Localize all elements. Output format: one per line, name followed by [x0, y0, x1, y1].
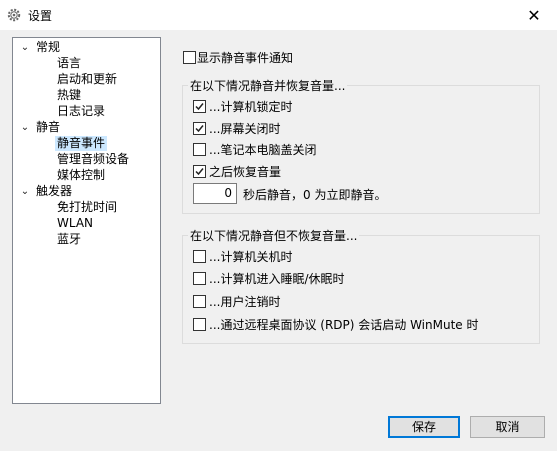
tree-item-label[interactable]: 热键	[55, 88, 83, 103]
tree-group-label[interactable]: 常规	[34, 40, 62, 55]
check-icon	[195, 168, 204, 176]
tree-item-label[interactable]: 语言	[55, 56, 83, 71]
shutdown-checkbox[interactable]	[193, 250, 206, 263]
collapse-icon[interactable]: ⌄	[20, 40, 30, 56]
tree-group-label[interactable]: 静音	[34, 120, 62, 135]
collapse-icon[interactable]: ⌄	[20, 120, 30, 136]
tree-item-label[interactable]: 日志记录	[55, 104, 107, 119]
collapse-icon[interactable]: ⌄	[20, 184, 30, 200]
mute-no-restore-group-title: 在以下情况静音但不恢复音量...	[188, 229, 360, 243]
window-title: 设置	[28, 9, 53, 23]
lock-checkbox[interactable]	[193, 100, 206, 113]
restore-volume-label[interactable]: 之后恢复音量	[209, 165, 281, 179]
logoff-checkbox[interactable]	[193, 295, 206, 308]
save-button[interactable]: 保存	[388, 416, 460, 438]
show-notification-checkbox[interactable]	[183, 51, 196, 64]
tree-item-label[interactable]: 启动和更新	[55, 72, 119, 87]
tree-item-label[interactable]: 蓝牙	[55, 232, 83, 247]
tree-item-label[interactable]: 媒体控制	[55, 168, 107, 183]
screen-off-checkbox[interactable]	[193, 122, 206, 135]
sleep-label[interactable]: ...计算机进入睡眠/休眠时	[209, 272, 345, 286]
tree-item-label[interactable]: 管理音频设备	[55, 152, 131, 167]
lock-label[interactable]: ...计算机锁定时	[209, 100, 292, 114]
mute-restore-group-title: 在以下情况静音并恢复音量...	[188, 79, 348, 93]
lid-closed-checkbox[interactable]	[193, 143, 206, 156]
lid-closed-label[interactable]: ...笔记本电脑盖关闭	[209, 143, 316, 157]
title-bar: 设置 ✕	[0, 0, 557, 30]
show-notification-label[interactable]: 显示静音事件通知	[197, 51, 293, 65]
delay-description: 秒后静音，0 为立即静音。	[243, 188, 387, 202]
tree-item-label[interactable]: WLAN	[55, 216, 95, 231]
cancel-button[interactable]: 取消	[470, 416, 545, 438]
tree-item-label[interactable]: 免打扰时间	[55, 200, 119, 215]
close-icon: ✕	[527, 5, 541, 25]
gear-icon	[6, 7, 22, 23]
tree-item-label[interactable]: 静音事件	[55, 136, 108, 151]
sleep-checkbox[interactable]	[193, 272, 206, 285]
check-icon	[195, 103, 204, 111]
close-button[interactable]: ✕	[511, 0, 557, 30]
screen-off-label[interactable]: ...屏幕关闭时	[209, 122, 280, 136]
check-icon	[195, 125, 204, 133]
delay-seconds-input[interactable]: 0	[193, 183, 237, 204]
rdp-checkbox[interactable]	[193, 318, 206, 331]
tree-group-label[interactable]: 触发器	[34, 184, 74, 199]
logoff-label[interactable]: ...用户注销时	[209, 295, 280, 309]
shutdown-label[interactable]: ...计算机关机时	[209, 250, 292, 264]
restore-volume-checkbox[interactable]	[193, 165, 206, 178]
rdp-label[interactable]: ...通过远程桌面协议 (RDP) 会话启动 WinMute 时	[209, 318, 478, 332]
settings-tree[interactable]: ⌄ 常规 语言 启动和更新 热键 日志记录 ⌄ 静音 静音事件 管理音频设备 媒…	[12, 37, 161, 404]
